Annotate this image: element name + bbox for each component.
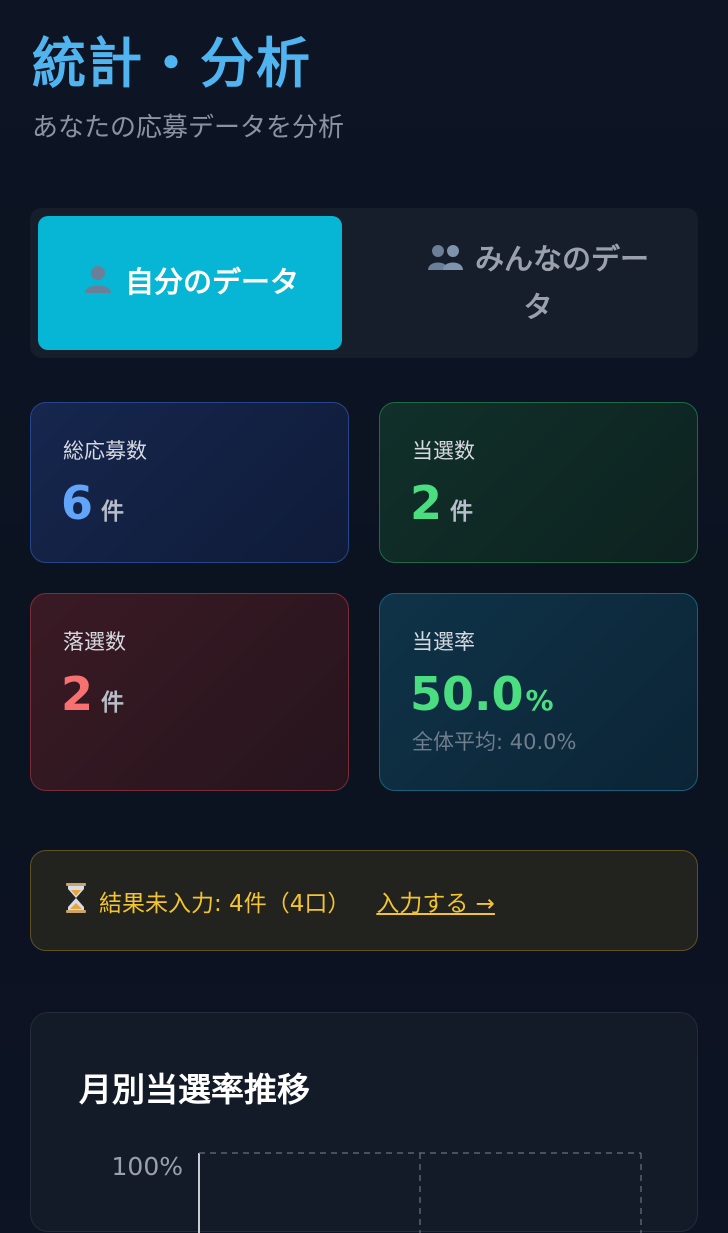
win-rate-card: 当選率 50.0% 全体平均: 40.0%	[379, 593, 698, 791]
losses-label: 落選数	[63, 630, 126, 654]
win-rate-label: 当選率	[412, 630, 475, 654]
win-rate-value-row: 50.0%	[410, 664, 554, 731]
wins-value-row: 2件	[410, 473, 473, 542]
enter-results-link[interactable]: 入力する →	[376, 884, 495, 918]
losses-card: 落選数 2件	[30, 593, 349, 791]
chart-canvas: 100%	[112, 1152, 642, 1233]
monthly-win-rate-chart: 月別当選率推移 100%	[30, 1012, 698, 1233]
wins-unit: 件	[450, 499, 474, 525]
total-applications-label: 総応募数	[63, 439, 147, 463]
tab-everyone-data[interactable]: みんなのデータ	[386, 216, 690, 350]
total-applications-unit: 件	[101, 499, 125, 525]
wins-card: 当選数 2件	[379, 402, 698, 563]
single-user-icon	[81, 261, 115, 307]
tab-everyone-data-label: みんなのデータ	[474, 242, 649, 324]
win-rate-value: 50.0	[410, 667, 524, 721]
total-applications-value: 6	[61, 476, 94, 530]
page-subtitle: あなたの応募データを分析	[32, 113, 345, 143]
losses-value: 2	[61, 667, 94, 721]
group-users-icon	[427, 238, 465, 284]
wins-label: 当選数	[412, 439, 475, 463]
tab-my-data[interactable]: 自分のデータ	[38, 216, 342, 350]
pending-results-banner: 結果未入力: 4件（4口） 入力する →	[30, 850, 698, 951]
losses-value-row: 2件	[61, 664, 124, 733]
data-scope-tabs: 自分のデータ みんなのデータ	[30, 208, 698, 358]
win-rate-unit: %	[525, 684, 554, 717]
hourglass-icon	[65, 882, 87, 919]
overall-average: 全体平均: 40.0%	[412, 730, 577, 754]
losses-unit: 件	[101, 690, 125, 716]
y-tick-label-100: 100%	[112, 1152, 183, 1181]
tab-my-data-label: 自分のデータ	[124, 265, 299, 299]
pending-results-text: 結果未入力: 4件（4口）	[99, 890, 351, 917]
wins-value: 2	[410, 476, 443, 530]
total-applications-card: 総応募数 6件	[30, 402, 349, 563]
page-title: 統計・分析	[32, 32, 312, 95]
total-applications-value-row: 6件	[61, 473, 124, 542]
